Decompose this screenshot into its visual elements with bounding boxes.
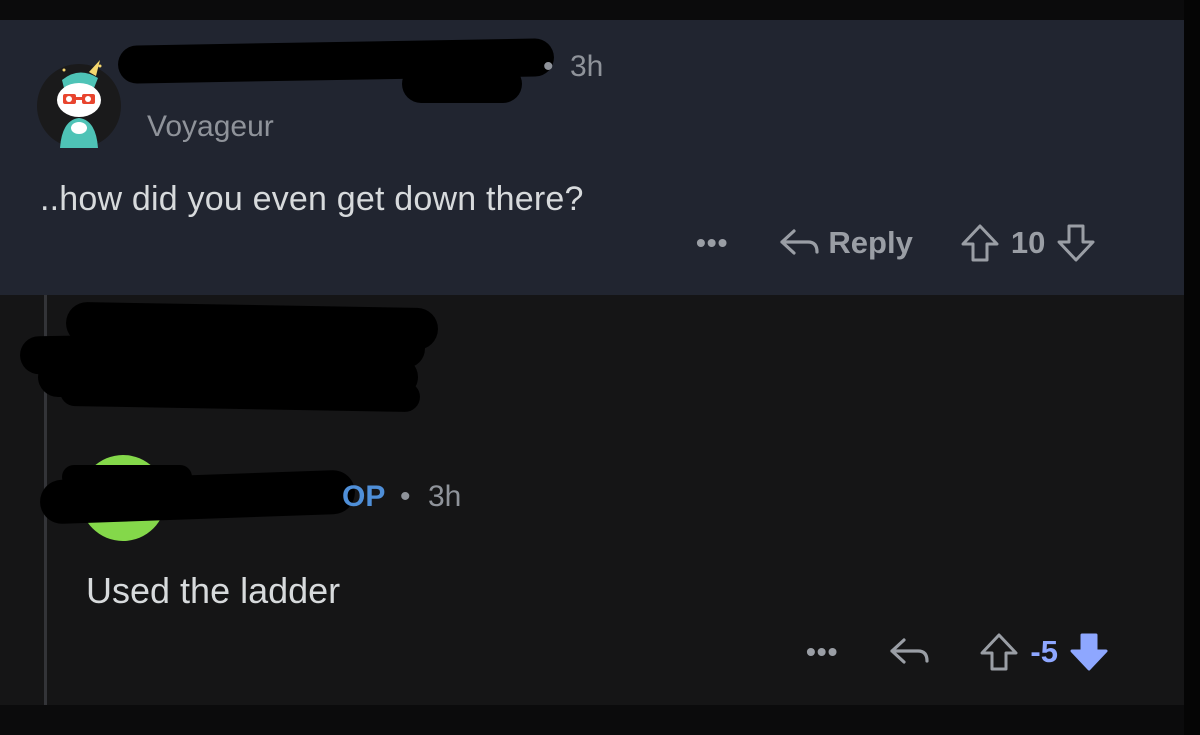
vote-controls: -5 — [978, 631, 1110, 673]
redacted-username — [62, 465, 192, 489]
more-options-button[interactable]: ••• — [696, 227, 728, 259]
user-avatar[interactable] — [34, 58, 124, 148]
op-badge: OP — [342, 480, 386, 513]
vote-controls: 10 — [959, 222, 1097, 264]
redacted-username-overflow — [402, 65, 522, 103]
user-flair: Voyageur — [147, 110, 274, 143]
vote-score: 10 — [1010, 225, 1046, 260]
reply-arrow-icon[interactable] — [888, 635, 930, 669]
more-options-button[interactable]: ••• — [806, 636, 838, 668]
separator-dot: • — [543, 50, 554, 83]
separator-dot: • — [400, 480, 411, 513]
reply-arrow-icon — [778, 226, 820, 260]
comment-thread: OP • 3h Used the ladder ••• -5 — [0, 295, 1184, 705]
comment-body: ..how did you even get down there? — [40, 180, 584, 218]
comment-body: Used the ladder — [86, 570, 341, 611]
comment-highlighted: • 3h Voyageur ..how did you even get dow… — [0, 20, 1184, 295]
downvote-arrow-icon[interactable] — [1055, 222, 1097, 264]
right-edge — [1184, 0, 1200, 735]
top-edge — [0, 0, 1184, 20]
redacted-comment — [59, 375, 421, 413]
comment-timestamp: 3h — [570, 50, 604, 83]
bottom-edge — [0, 705, 1184, 735]
downvote-arrow-icon-active[interactable] — [1068, 631, 1110, 673]
upvote-arrow-icon[interactable] — [959, 222, 1001, 264]
comment-timestamp: 3h — [428, 480, 462, 513]
reply-button[interactable]: Reply — [778, 225, 913, 261]
comment-actions: ••• Reply 10 — [696, 222, 1097, 264]
vote-score: -5 — [1030, 634, 1058, 669]
comment-actions: ••• -5 — [806, 631, 1110, 673]
upvote-arrow-icon[interactable] — [978, 631, 1020, 673]
reply-label: Reply — [828, 225, 913, 260]
